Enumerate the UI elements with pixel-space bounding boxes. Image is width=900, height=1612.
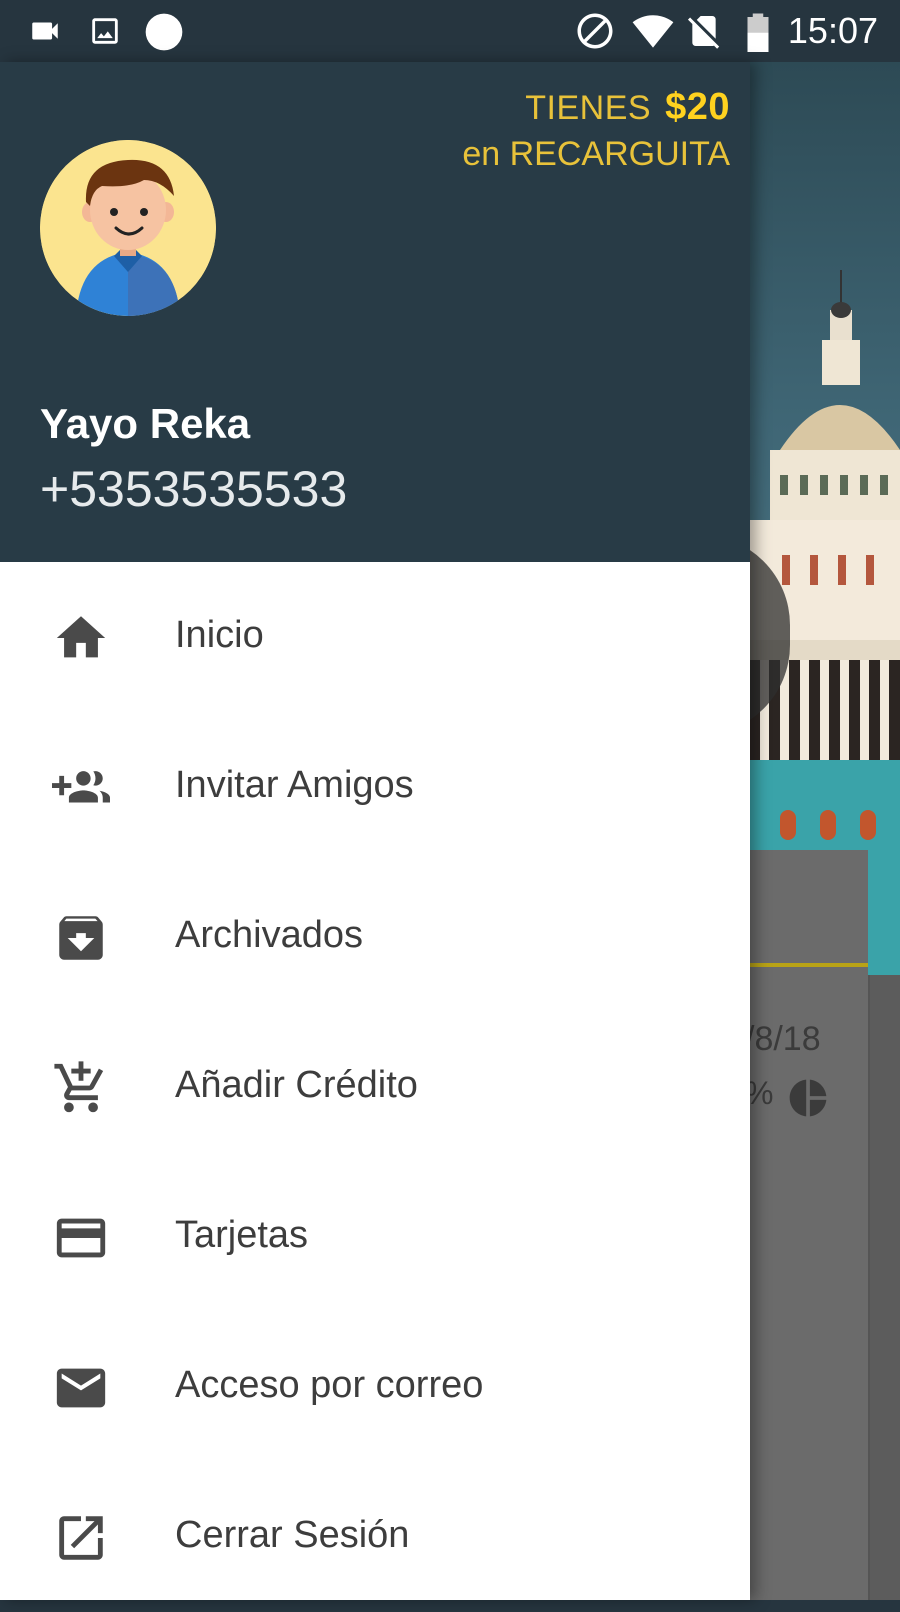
menu-item-inicio[interactable]: Inicio: [0, 562, 750, 712]
wifi-icon: [632, 15, 674, 48]
image-icon: [92, 18, 118, 44]
video-camera-icon: [32, 22, 58, 40]
menu-item-label: Invitar Amigos: [175, 764, 414, 806]
pie-chart-icon: [789, 1079, 827, 1117]
status-time: 15:07: [787, 10, 878, 51]
balance-suffix: en RECARGUITA: [462, 135, 730, 173]
menu-item-anadir-credito[interactable]: Añadir Crédito: [0, 1012, 750, 1162]
menu-item-acceso-correo[interactable]: Acceso por correo: [0, 1312, 750, 1462]
home-icon: [56, 616, 106, 658]
mail-icon: [56, 1368, 106, 1408]
menu-item-label: Inicio: [175, 614, 264, 656]
menu-item-label: Acceso por correo: [175, 1364, 484, 1406]
balance-amount: $20: [665, 86, 730, 128]
open-in-new-icon: [59, 1516, 103, 1560]
balance-display: TIENES $20 en RECARGUITA: [462, 86, 730, 174]
menu-item-label: Archivados: [175, 914, 363, 956]
group-add-icon: [52, 771, 110, 803]
user-avatar-illustration: [40, 140, 216, 316]
balance-prefix: TIENES: [525, 89, 652, 127]
drawer-header: TIENES $20 en RECARGUITA Yayo Reka +53535: [0, 62, 750, 562]
add-shopping-cart-icon: [54, 1061, 104, 1113]
status-bar: 15:07: [0, 0, 900, 62]
menu-item-label: Cerrar Sesión: [175, 1514, 410, 1556]
user-phone: +5353535533: [40, 461, 348, 517]
user-name: Yayo Reka: [40, 400, 251, 447]
menu-item-label: Tarjetas: [175, 1214, 309, 1256]
menu-item-cerrar-sesion[interactable]: Cerrar Sesión: [0, 1462, 750, 1612]
archive-icon: [59, 916, 103, 960]
navigation-drawer: TIENES $20 en RECARGUITA Yayo Reka +53535: [0, 62, 750, 1600]
do-not-disturb-icon: [577, 13, 613, 49]
background-card-strip: [750, 963, 868, 967]
background-side-panel: [868, 975, 900, 1600]
avatar[interactable]: [40, 140, 216, 316]
credit-card-icon: [56, 1218, 106, 1258]
background-date-text: /8/18: [745, 1020, 821, 1058]
no-sim-icon: [687, 16, 720, 49]
menu-item-archivados[interactable]: Archivados: [0, 862, 750, 1012]
notification-dot-icon: [145, 13, 183, 51]
menu-item-label: Añadir Crédito: [175, 1064, 418, 1106]
menu-item-invitar-amigos[interactable]: Invitar Amigos: [0, 712, 750, 862]
drawer-menu: Inicio Invitar Amigos Archivados Añadir …: [0, 562, 750, 1612]
battery-icon: [747, 13, 769, 52]
menu-item-tarjetas[interactable]: Tarjetas: [0, 1162, 750, 1312]
